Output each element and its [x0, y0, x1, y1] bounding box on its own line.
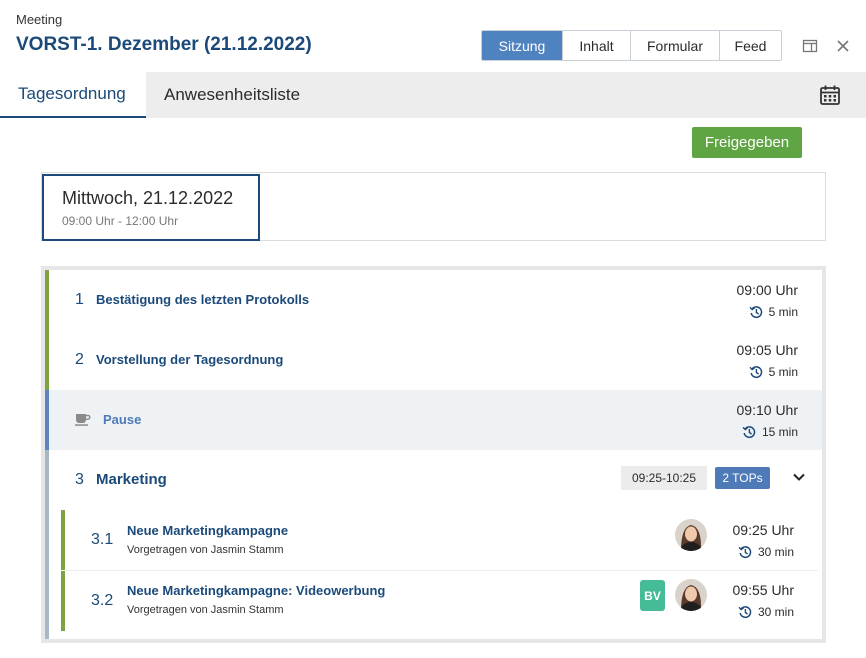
chevron-down-icon[interactable] — [792, 470, 806, 484]
item-time: 09:25 Uhr — [732, 522, 794, 538]
item-duration: 30 min — [738, 545, 794, 559]
item-title: Neue Marketingkampagne: Videowerbung — [127, 583, 386, 598]
meeting-header: Meeting VORST-1. Dezember (21.12.2022) S… — [0, 0, 866, 72]
duration-label: 15 min — [761, 425, 798, 439]
agenda-pause[interactable]: Pause 09:10 Uhr 15 min — [45, 390, 822, 450]
date-hours: 09:00 Uhr - 12:00 Uhr — [62, 214, 179, 228]
time-range-badge: 09:25-10:25 — [621, 466, 707, 490]
duration-label: 5 min — [768, 305, 798, 319]
presenter-avatar-image — [675, 519, 707, 551]
date-label: Mittwoch, 21.12.2022 — [62, 188, 234, 208]
item-time: 09:05 Uhr — [736, 342, 798, 358]
history-icon — [742, 426, 756, 439]
item-number: 1 — [75, 291, 84, 308]
pause-title: Pause — [103, 412, 142, 427]
duration-label: 30 min — [757, 545, 794, 559]
calendar-icon[interactable] — [819, 84, 841, 106]
segment-sitzung[interactable]: Sitzung — [482, 31, 562, 60]
freigegeben-button[interactable]: Freigegeben — [692, 127, 802, 158]
item-title: Neue Marketingkampagne — [127, 523, 289, 538]
close-icon[interactable] — [835, 38, 851, 54]
tab-tagesordnung[interactable]: Tagesordnung — [0, 72, 146, 118]
status-bar — [61, 510, 65, 570]
segment-formular[interactable]: Formular — [630, 31, 719, 60]
tab-bar: Tagesordnung Anwesenheitsliste — [0, 72, 866, 118]
coffee-icon — [75, 414, 91, 426]
bv-badge[interactable]: BV — [640, 580, 665, 611]
item-time: 09:55 Uhr — [732, 582, 794, 598]
pause-time: 09:10 Uhr — [736, 402, 798, 418]
history-icon — [749, 306, 762, 319]
item-number: 2 — [75, 351, 84, 368]
item-duration: 5 min — [749, 305, 798, 319]
agenda-item-2[interactable]: 2 Vorstellung der Tagesordnung 09:05 Uhr… — [45, 330, 822, 390]
status-bar — [45, 270, 49, 330]
view-switcher: Sitzung Inhalt Formular Feed — [481, 30, 782, 61]
status-bar — [45, 330, 49, 390]
item-time: 09:00 Uhr — [736, 282, 798, 298]
history-icon — [749, 366, 762, 379]
tab-anwesenheitsliste[interactable]: Anwesenheitsliste — [164, 72, 334, 118]
agenda-item-1[interactable]: 1 Bestätigung des letzten Protokolls 09:… — [45, 270, 822, 330]
presenter-label: Vorgetragen von Jasmin Stamm — [127, 544, 284, 556]
tops-count-badge[interactable]: 2 TOPs — [715, 467, 770, 489]
page-title: VORST-1. Dezember (21.12.2022) — [16, 34, 312, 55]
status-bar — [45, 390, 49, 450]
history-icon — [738, 546, 752, 559]
item-title: Vorstellung der Tagesordnung — [96, 352, 284, 367]
presenter-avatar-image — [675, 579, 707, 611]
agenda-subitem-3-2[interactable]: 3.2 Neue Marketingkampagne: Videowerbung… — [61, 571, 818, 631]
item-number: 3.1 — [91, 531, 114, 548]
app-label: Meeting — [16, 12, 63, 27]
item-duration: 5 min — [749, 365, 798, 379]
agenda-group-marketing: 3 Marketing 09:25-10:25 2 TOPs 3.1 Neue … — [45, 450, 822, 639]
agenda-panel: 1 Bestätigung des letzten Protokolls 09:… — [41, 266, 826, 643]
item-number: 3.2 — [91, 592, 114, 609]
group-title: Marketing — [96, 471, 167, 488]
segment-feed[interactable]: Feed — [719, 31, 781, 60]
status-bar — [61, 571, 65, 631]
avatar[interactable] — [675, 519, 707, 551]
agenda-subitem-3-1[interactable]: 3.1 Neue Marketingkampagne Vorgetragen v… — [61, 510, 818, 570]
segment-inhalt[interactable]: Inhalt — [562, 31, 630, 60]
item-duration: 30 min — [738, 605, 794, 619]
group-header[interactable]: 3 Marketing 09:25-10:25 2 TOPs — [49, 450, 822, 510]
avatar[interactable] — [675, 579, 707, 611]
group-number: 3 — [75, 471, 84, 488]
presenter-label: Vorgetragen von Jasmin Stamm — [127, 604, 284, 616]
date-card[interactable]: Mittwoch, 21.12.2022 09:00 Uhr - 12:00 U… — [42, 174, 260, 241]
item-title: Bestätigung des letzten Protokolls — [96, 292, 310, 307]
window-layout-icon[interactable] — [802, 38, 818, 54]
pause-duration: 15 min — [742, 425, 798, 439]
duration-label: 5 min — [768, 365, 798, 379]
history-icon — [738, 606, 752, 619]
duration-label: 30 min — [757, 605, 794, 619]
